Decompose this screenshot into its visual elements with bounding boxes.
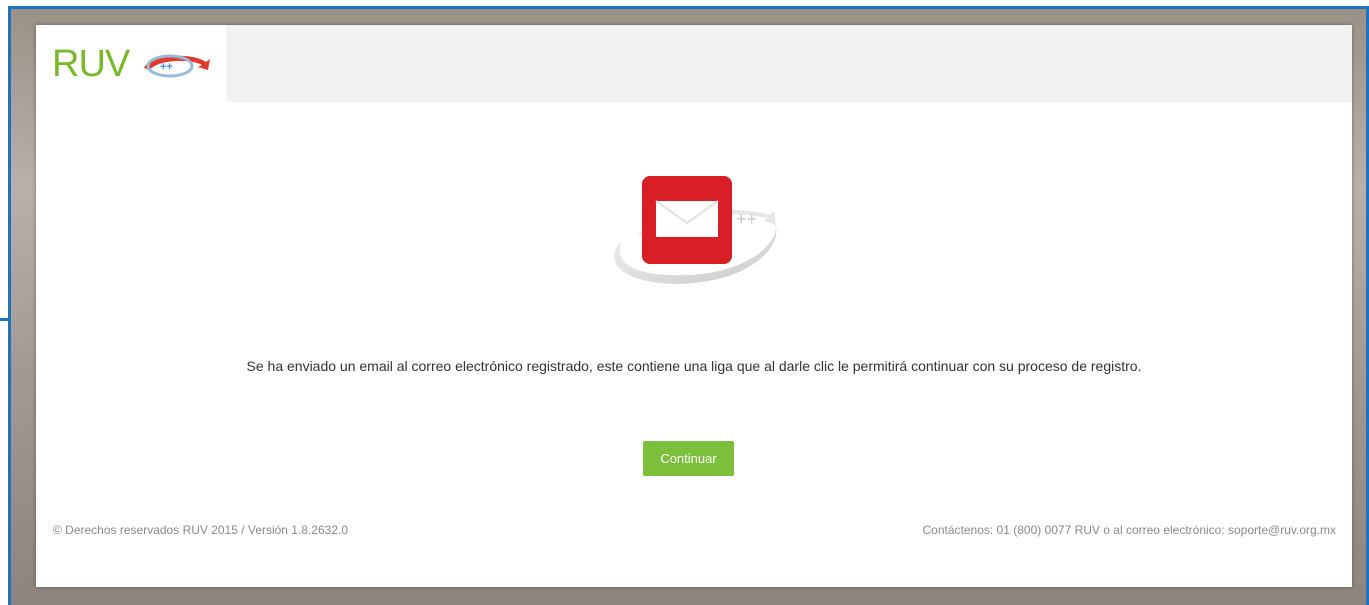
ruv-logo[interactable]: RUV ++ bbox=[36, 25, 226, 102]
footer-contact: Contáctenos: 01 (800) 0077 RUV o al corr… bbox=[922, 523, 1337, 537]
logo-swoosh-icon: ++ bbox=[144, 54, 210, 78]
continue-button[interactable]: Continuar bbox=[643, 441, 734, 476]
illustration-badge: ++ bbox=[736, 209, 757, 229]
footer-copyright: © Derechos reservados RUV 2015 / Versión… bbox=[53, 523, 349, 537]
frame-connector bbox=[0, 318, 10, 321]
logo-badge: ++ bbox=[160, 61, 173, 73]
header-bar: RUV ++ bbox=[36, 25, 1352, 102]
main-card: RUV ++ ++ Se ha enviado un email al corr… bbox=[36, 25, 1352, 587]
logo-text: RUV bbox=[52, 43, 130, 85]
email-envelope-icon: ++ bbox=[614, 176, 777, 284]
confirmation-message: Se ha enviado un email al correo electró… bbox=[246, 358, 1142, 374]
